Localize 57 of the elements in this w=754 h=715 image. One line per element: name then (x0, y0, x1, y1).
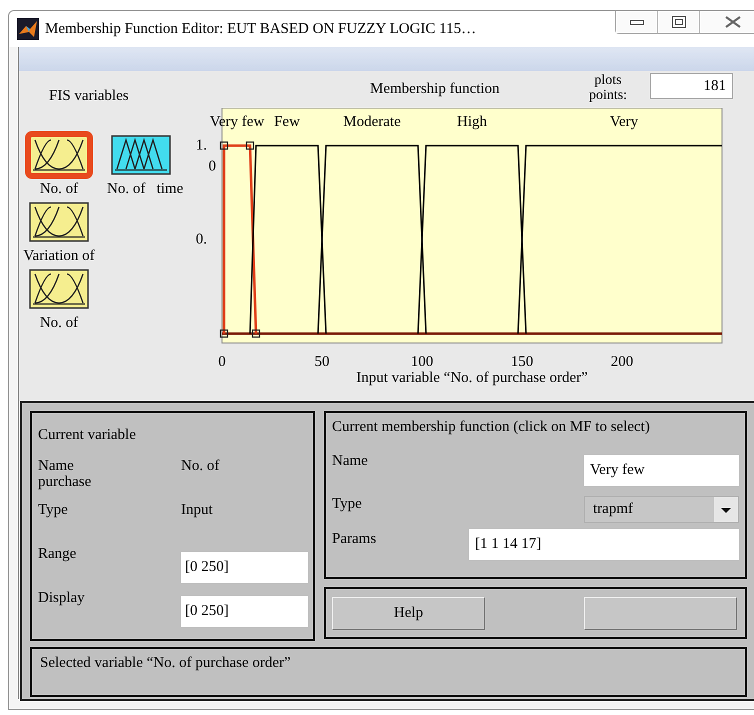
y-tick-label: 0. (196, 232, 207, 248)
membership-function-label: Very few (210, 114, 264, 130)
blank-button[interactable] (584, 596, 737, 630)
x-tick-label: 200 (610, 354, 634, 370)
x-tick-label: 100 (410, 354, 434, 370)
maximize-button[interactable] (658, 11, 700, 33)
minimize-button[interactable] (616, 11, 658, 33)
field-label: Name (332, 453, 368, 470)
x-tick-label: 150 (510, 354, 534, 370)
plot-points-field[interactable]: 181 (650, 73, 733, 99)
membership-curve[interactable] (249, 144, 327, 334)
input-field[interactable]: [0 250] (181, 552, 308, 583)
membership-function-label: Moderate (343, 114, 401, 130)
y-tick-label: 1. (196, 138, 207, 154)
plot-points-label: plots points: (588, 73, 628, 103)
variable-label: No. of (40, 315, 78, 332)
variable-label: No. of (40, 181, 78, 198)
panel-title: Current membership function (click on MF to select) (332, 419, 650, 435)
membership-curve[interactable] (317, 144, 427, 334)
field-value: No. of (181, 458, 220, 474)
membership-function-label: Few (274, 114, 300, 130)
status-text: Selected variable “No. of purchase order” (40, 655, 291, 671)
membership-curve[interactable] (517, 144, 722, 334)
window-title: Membership Function Editor: EUT BASED ON FUZZY LOGIC 115… (45, 20, 478, 38)
x-axis-label: Input variable “No. of purchase order” (356, 370, 588, 386)
chart-title: Membership function (370, 81, 501, 98)
help-button[interactable]: Help (332, 596, 485, 630)
membership-curve[interactable] (417, 144, 527, 334)
name-field[interactable]: Very few (584, 455, 739, 486)
x-tick-label: 0 (218, 354, 226, 370)
close-icon (725, 16, 741, 28)
panel-title: Current variable (38, 427, 136, 444)
field-value: Input (181, 502, 213, 518)
x-tick-label: 50 (314, 354, 330, 370)
field-label: Range (38, 546, 78, 562)
y-tick-label: 0 (208, 158, 216, 175)
variable-label: No. of time (107, 181, 184, 198)
name-continuation-text: purchase (38, 474, 92, 490)
field-label: Type (38, 502, 69, 518)
params-field[interactable]: [1 1 14 17] (469, 529, 739, 560)
membership-function-label: Very (610, 114, 638, 130)
membership-variable-icon[interactable] (25, 131, 93, 179)
type-dropdown[interactable]: trapmf (584, 496, 739, 523)
field-label: Name (38, 458, 75, 474)
fis-variables-label: FIS variables (49, 88, 129, 105)
membership-curve[interactable] (220, 142, 260, 338)
variable-label: Variation of (23, 248, 95, 265)
field-label: Display (38, 590, 86, 606)
caret-icon (714, 497, 738, 522)
app-logo-icon (17, 18, 39, 40)
membership-function-label: High (457, 114, 487, 130)
field-label: Params (332, 531, 376, 548)
input-field[interactable]: [0 250] (181, 596, 308, 627)
minimize-icon (630, 18, 644, 26)
field-label: Type (332, 496, 362, 513)
maximize-icon (672, 16, 686, 28)
close-button[interactable] (700, 11, 754, 33)
